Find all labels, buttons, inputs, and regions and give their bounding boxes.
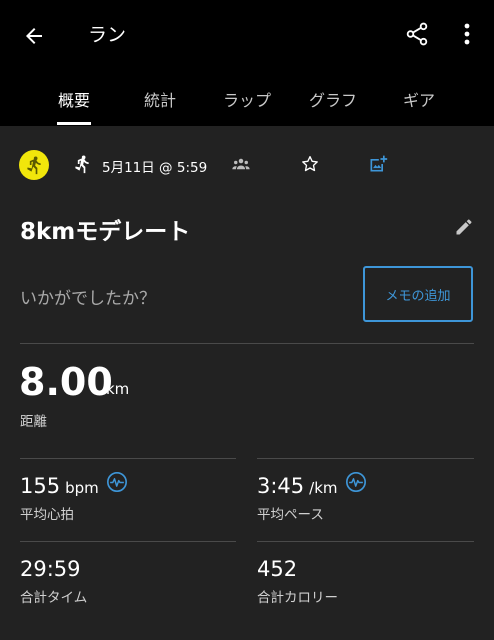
pace-unit: /km: [309, 479, 338, 497]
add-photo-icon[interactable]: [368, 154, 388, 174]
distance-label: 距離: [20, 414, 47, 430]
tab-bar: 概要 統計 ラップ グラフ ギア: [0, 76, 494, 126]
page-title: ラン: [88, 24, 127, 46]
heart-rate-value: 155: [20, 474, 61, 498]
heart-rate-label: 平均心拍: [20, 507, 74, 523]
divider: [257, 458, 474, 459]
divider: [20, 541, 236, 542]
app-bar: ラン 概要 統計 ラップ グラフ ギア: [0, 0, 494, 126]
pulse-icon[interactable]: [106, 471, 128, 493]
more-vert-icon: [464, 23, 470, 45]
back-arrow-icon: [26, 28, 42, 44]
activity-info-row: 5月11日 @ 5:59: [0, 140, 494, 190]
runner-avatar-icon: [27, 156, 41, 175]
divider: [20, 458, 236, 459]
pace-value: 3:45: [257, 474, 305, 498]
divider: [257, 541, 474, 542]
back-button[interactable]: [14, 16, 54, 56]
distance-unit: km: [106, 380, 130, 398]
calories-value: 452: [257, 557, 298, 581]
tab-overview[interactable]: 概要: [29, 76, 119, 126]
run-icon: [75, 155, 89, 174]
calories-label: 合計カロリー: [257, 590, 338, 606]
tab-graph[interactable]: グラフ: [288, 76, 378, 126]
add-memo-button[interactable]: メモの追加: [363, 266, 473, 322]
more-options-button[interactable]: [452, 14, 482, 54]
total-time-label: 合計タイム: [20, 590, 88, 606]
tab-indicator: [57, 122, 91, 125]
tab-stats[interactable]: 統計: [115, 76, 205, 126]
pace-label: 平均ペース: [257, 507, 324, 523]
activity-name: 8kmモデレート: [20, 219, 191, 245]
heart-rate-unit: bpm: [65, 479, 99, 497]
pace-stat: 3:45/km: [257, 472, 338, 502]
pencil-icon[interactable]: [454, 217, 474, 237]
distance-value: 8.00: [19, 360, 113, 404]
memo-prompt[interactable]: いかがでしたか？: [20, 284, 156, 309]
tab-laps[interactable]: ラップ: [202, 76, 292, 126]
people-icon[interactable]: [232, 156, 250, 172]
heart-rate-stat: 155 bpm: [20, 472, 99, 502]
share-icon: [406, 22, 428, 46]
tab-gear[interactable]: ギア: [374, 76, 464, 126]
activity-date: 5月11日 @ 5:59: [102, 160, 208, 176]
divider: [20, 343, 474, 344]
pulse-icon[interactable]: [345, 471, 367, 493]
star-icon[interactable]: [300, 154, 320, 174]
total-time-value: 29:59: [20, 557, 81, 581]
share-button[interactable]: [397, 14, 437, 54]
avatar[interactable]: [19, 150, 49, 180]
